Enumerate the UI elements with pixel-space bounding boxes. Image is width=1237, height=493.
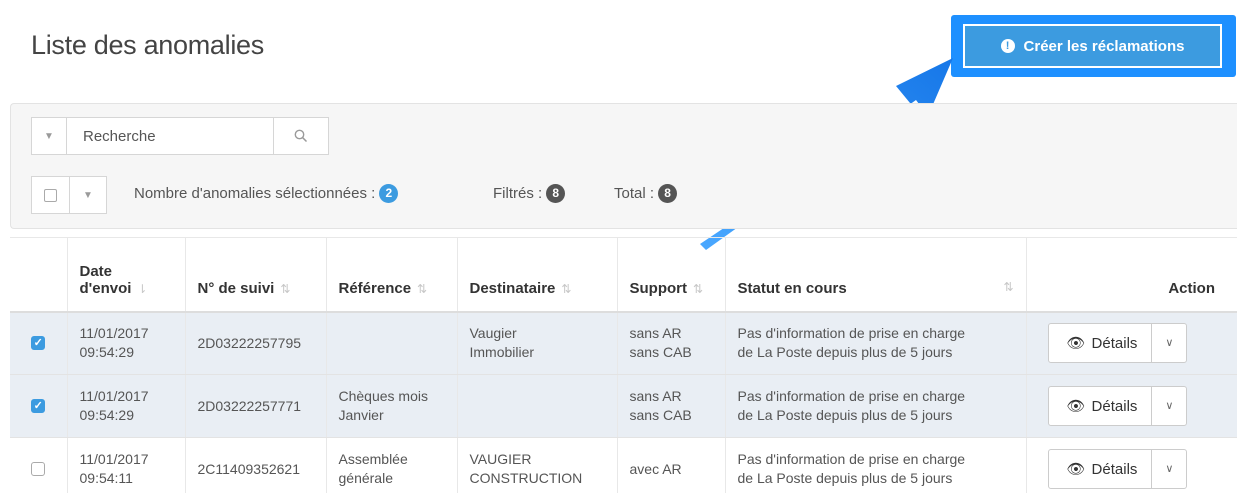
caret-down-icon: ▼	[83, 189, 93, 201]
table-row[interactable]: 11/01/2017 09:54:11 2C11409352621 Assemblée…	[10, 437, 1237, 493]
sort-active-icon: ⇂	[137, 281, 148, 296]
cell-tracking: 2D03222257771	[185, 374, 327, 438]
details-button-group: 👁 Détails ∨	[1047, 323, 1188, 364]
cell-recipient: Vaugier Immobilier	[457, 311, 618, 375]
row-checkbox[interactable]	[31, 462, 46, 476]
sort-icon: ⇅	[561, 281, 572, 296]
table-header-row: Date d'envoi ⇂ N° de suivi ⇅ Référence ⇅ Des…	[10, 237, 1237, 313]
header-action: Action	[1026, 237, 1237, 313]
eye-icon: 👁	[1066, 397, 1086, 415]
details-dropdown[interactable]: ∨	[1152, 450, 1186, 488]
cell-status: Pas d'information de prise en charge de L…	[725, 374, 1027, 438]
cell-status: Pas d'information de prise en charge de L…	[725, 437, 1027, 493]
search-input[interactable]	[67, 118, 273, 154]
header-date[interactable]: Date d'envoi ⇂	[67, 237, 186, 313]
cell-support: sans AR sans CAB	[617, 311, 726, 375]
cell-tracking: 2D03222257795	[185, 311, 327, 375]
search-icon	[294, 129, 308, 143]
cell-support: avec AR	[617, 437, 726, 493]
cell-reference: Assemblée générale	[326, 437, 458, 493]
header-reference[interactable]: Référence ⇅	[326, 237, 458, 313]
filtered-count-label: Filtrés :	[493, 185, 543, 202]
header-select	[10, 237, 68, 313]
cell-date: 11/01/2017 09:54:29	[67, 311, 186, 375]
selected-count-badge: 2	[379, 184, 399, 203]
anomalies-table: Date d'envoi ⇂ N° de suivi ⇅ Référence ⇅ Des…	[10, 237, 1237, 493]
selected-count: Nombre d'anomalies sélectionnées : 2	[134, 184, 399, 203]
caret-down-icon: ▼	[44, 130, 54, 142]
row-checkbox-cell[interactable]	[10, 437, 68, 493]
cell-support: sans AR sans CAB	[617, 374, 726, 438]
bulk-select-dropdown[interactable]: ▼	[70, 177, 106, 213]
search-options-dropdown[interactable]: ▼	[32, 118, 67, 154]
total-count-badge: 8	[658, 184, 678, 203]
row-checkbox[interactable]: ✓	[31, 336, 46, 351]
cell-recipient	[457, 374, 618, 438]
page-title: Liste des anomalies	[31, 30, 264, 60]
create-claims-label: Créer les réclamations	[1023, 37, 1185, 55]
header-recipient[interactable]: Destinataire ⇅	[457, 237, 618, 313]
cell-date: 11/01/2017 09:54:29	[67, 374, 186, 438]
cell-action: 👁 Détails ∨	[1026, 311, 1237, 375]
details-button[interactable]: 👁 Détails	[1049, 387, 1153, 425]
cell-reference: Chèques mois Janvier	[326, 374, 458, 438]
info-icon: !	[1000, 39, 1015, 53]
cell-tracking: 2C11409352621	[185, 437, 327, 493]
filter-panel: ▼ ▼ Nombre d'anomalies sélectionnées : 2…	[10, 103, 1237, 229]
bulk-select-group: ▼	[31, 176, 107, 214]
sort-icon: ⇅	[1003, 279, 1014, 294]
row-checkbox-cell[interactable]: ✓	[10, 311, 68, 375]
eye-icon: 👁	[1066, 460, 1086, 478]
cell-date: 11/01/2017 09:54:11	[67, 437, 186, 493]
details-button-group: 👁 Détails ∨	[1047, 449, 1188, 489]
search-group: ▼	[31, 117, 329, 155]
select-all-checkbox[interactable]	[32, 177, 70, 213]
eye-icon: 👁	[1066, 334, 1086, 352]
header-status[interactable]: Statut en cours ⇅	[725, 237, 1027, 313]
row-checkbox[interactable]: ✓	[31, 399, 46, 413]
cell-reference	[326, 311, 458, 375]
details-dropdown[interactable]: ∨	[1152, 387, 1186, 425]
chevron-down-icon: ∨	[1165, 399, 1174, 412]
sort-icon: ⇅	[693, 281, 704, 296]
cell-status: Pas d'information de prise en charge de L…	[725, 311, 1027, 375]
chevron-down-icon: ∨	[1165, 462, 1174, 475]
sort-icon: ⇅	[417, 281, 428, 296]
cell-recipient: VAUGIER CONSTRUCTION	[457, 437, 618, 493]
total-count: Total : 8	[614, 184, 678, 203]
selected-count-label: Nombre d'anomalies sélectionnées :	[134, 185, 376, 202]
sort-icon: ⇅	[280, 281, 291, 296]
header-support[interactable]: Support ⇅	[617, 237, 726, 313]
row-checkbox-cell[interactable]: ✓	[10, 374, 68, 438]
details-button[interactable]: 👁 Détails	[1049, 450, 1153, 488]
filtered-count: Filtrés : 8	[493, 184, 566, 203]
table-row[interactable]: ✓ 11/01/2017 09:54:29 2D03222257771 Chèques …	[10, 374, 1237, 438]
search-button[interactable]	[273, 118, 328, 154]
cell-action: 👁 Détails ∨	[1026, 437, 1237, 493]
chevron-down-icon: ∨	[1165, 336, 1174, 349]
filtered-count-badge: 8	[546, 184, 566, 203]
create-claims-button[interactable]: ! Créer les réclamations	[963, 24, 1222, 68]
table-row[interactable]: ✓ 11/01/2017 09:54:29 2D03222257795 Vaugier I…	[10, 311, 1237, 375]
details-button-group: 👁 Détails ∨	[1047, 386, 1188, 426]
total-count-label: Total :	[614, 185, 655, 202]
details-button[interactable]: 👁 Détails	[1049, 324, 1153, 363]
header-tracking[interactable]: N° de suivi ⇅	[185, 237, 327, 313]
details-dropdown[interactable]: ∨	[1152, 324, 1186, 362]
cell-action: 👁 Détails ∨	[1026, 374, 1237, 438]
